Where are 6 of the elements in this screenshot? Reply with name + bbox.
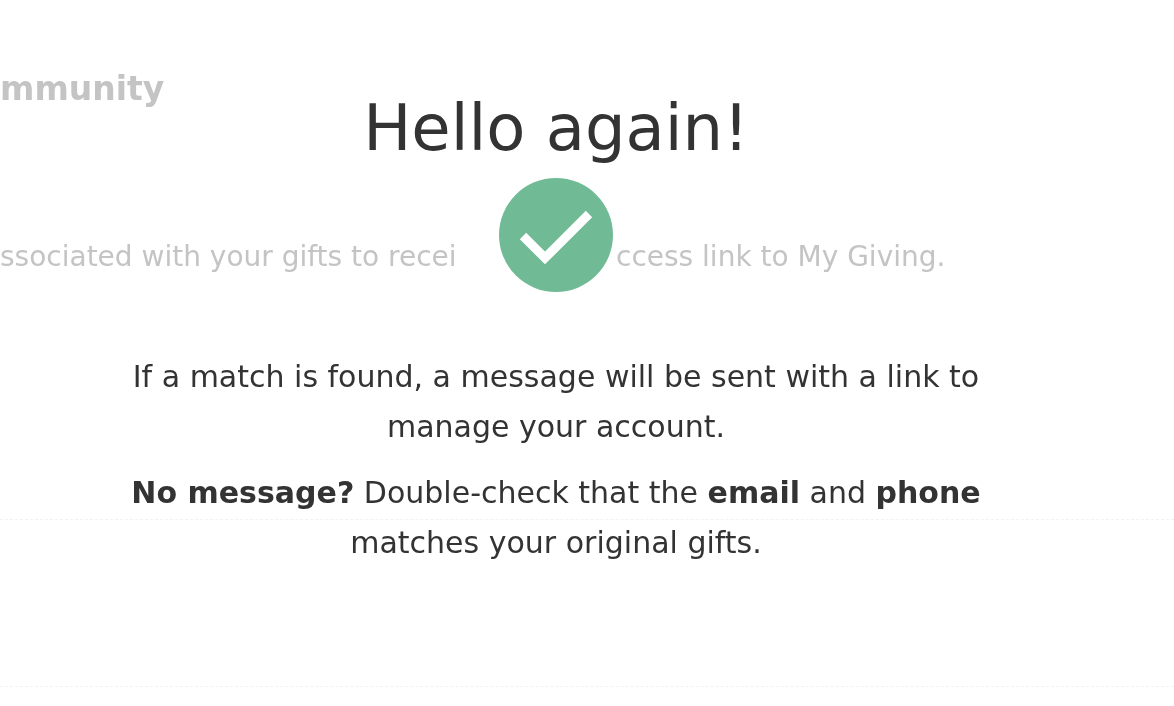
background-text: ssociated with your gifts to recei <box>0 239 457 275</box>
hint-text: No message? Double-check that the email and phone matches your original gifts. <box>130 474 982 562</box>
background-text: ccess link to My Giving. <box>616 239 946 275</box>
background-heading: mmunity <box>0 68 165 110</box>
message-text: If a match is found, a message will be sent with a link to manage your account. <box>131 358 981 446</box>
dialog-title: Hello again! <box>363 90 749 167</box>
